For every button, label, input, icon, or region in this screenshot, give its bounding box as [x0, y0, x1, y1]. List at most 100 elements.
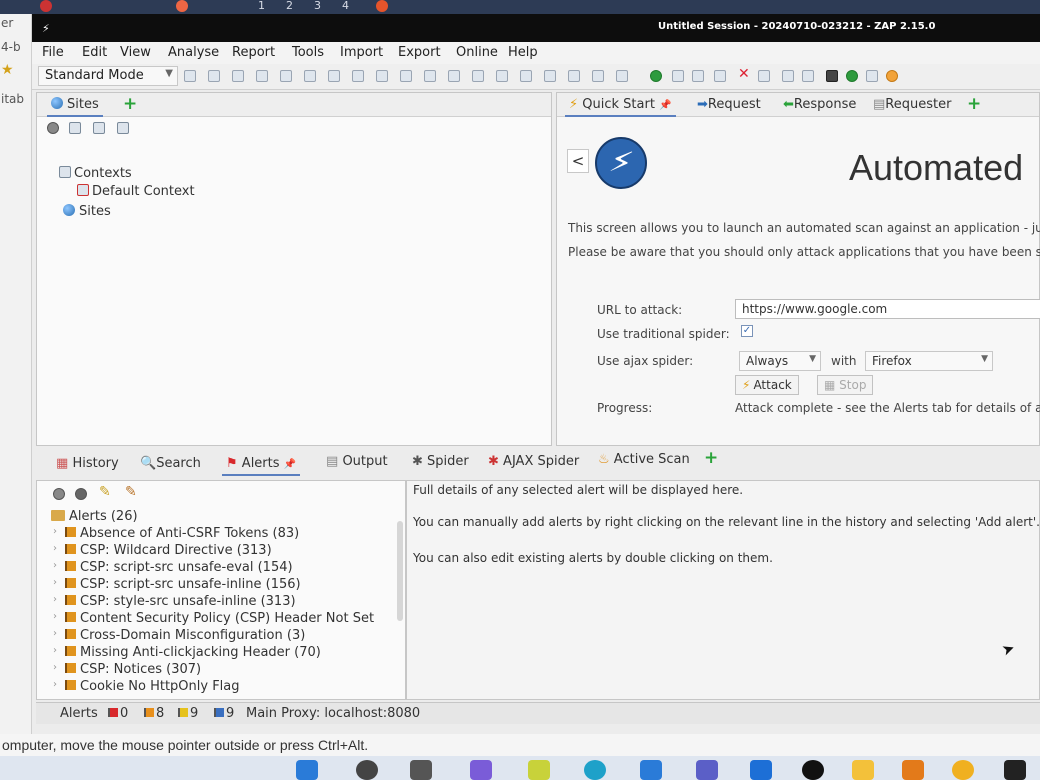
browser-icon[interactable] — [376, 0, 388, 12]
drop-icon[interactable] — [714, 70, 726, 82]
list-item[interactable]: › Cross-Domain Misconfiguration (3) — [53, 628, 305, 645]
tab-response[interactable]: ⬅Response — [779, 95, 860, 117]
store-icon[interactable] — [528, 760, 550, 780]
alerts-root[interactable]: Alerts (26) — [51, 509, 138, 526]
star-icon[interactable]: ★ — [1, 62, 14, 78]
menu-file[interactable]: File — [42, 45, 64, 60]
layout-icon[interactable] — [376, 70, 388, 82]
breakpoint-icon[interactable] — [616, 70, 628, 82]
layout-icon[interactable] — [448, 70, 460, 82]
filter-icon[interactable] — [53, 488, 65, 500]
new-session-icon[interactable] — [184, 70, 196, 82]
status-icon[interactable] — [846, 70, 858, 82]
tag-icon[interactable]: ✎ — [125, 484, 137, 500]
tab-history[interactable]: ▦ History — [52, 454, 123, 476]
list-item[interactable]: › CSP: Notices (307) — [53, 662, 201, 679]
list-item[interactable]: › CSP: script-src unsafe-eval (154) — [53, 560, 293, 577]
layout-icon[interactable] — [328, 70, 340, 82]
layout-icon[interactable] — [424, 70, 436, 82]
menu-export[interactable]: Export — [398, 45, 441, 60]
chrome-icon[interactable] — [952, 760, 974, 780]
edit-icon[interactable]: ✎ — [99, 484, 111, 500]
export-context-icon[interactable] — [117, 122, 129, 134]
save-session-icon[interactable] — [232, 70, 244, 82]
url-input[interactable] — [735, 299, 1040, 319]
menu-help[interactable]: Help — [508, 45, 538, 60]
tab-request[interactable]: ➡Request — [693, 95, 765, 117]
list-item[interactable]: › Absence of Anti-CSRF Tokens (83) — [53, 526, 299, 543]
tab-ajax-spider[interactable]: ✱ AJAX Spider — [484, 452, 583, 474]
step-icon[interactable] — [672, 70, 684, 82]
workspace-3[interactable]: 3 — [314, 0, 321, 12]
menu-tools[interactable]: Tools — [292, 45, 324, 60]
list-item[interactable]: › CSP: style-src unsafe-inline (313) — [53, 594, 296, 611]
list-item[interactable]: › Content Security Policy (CSP) Header No… — [53, 611, 374, 628]
search-icon[interactable] — [356, 760, 378, 780]
back-button[interactable]: < — [567, 149, 589, 173]
close-icon[interactable]: ✕ — [738, 66, 750, 82]
layout-icon[interactable] — [544, 70, 556, 82]
tab-alerts[interactable]: ⚑ Alerts 📌 — [222, 454, 301, 476]
mode-select[interactable]: Standard Mode ▼ — [38, 66, 178, 86]
add-tab-icon[interactable]: + — [704, 448, 718, 468]
workspace-1[interactable]: 1 — [258, 0, 265, 12]
layout-icon[interactable] — [520, 70, 532, 82]
list-item[interactable]: › Cookie No HttpOnly Flag — [53, 679, 240, 696]
firefox-icon[interactable] — [886, 70, 898, 82]
tab-quick-start[interactable]: ⚡ Quick Start 📌 — [565, 95, 676, 117]
list-item[interactable]: › CSP: script-src unsafe-inline (156) — [53, 577, 301, 594]
tab-search[interactable]: 🔍Search — [136, 454, 205, 476]
menu-report[interactable]: Report — [232, 45, 275, 60]
menu-edit[interactable]: Edit — [82, 45, 107, 60]
traditional-spider-checkbox[interactable]: ✓ — [741, 325, 753, 337]
menu-analyse[interactable]: Analyse — [168, 45, 219, 60]
browser-select[interactable]: Firefox ▼ — [865, 351, 993, 371]
tab-sites[interactable]: Sites — [47, 95, 103, 117]
menu-online[interactable]: Online — [456, 45, 498, 60]
show-all-icon[interactable] — [47, 122, 59, 134]
open-session-icon[interactable] — [208, 70, 220, 82]
vscode-icon[interactable] — [640, 760, 662, 780]
mail-icon[interactable] — [750, 760, 772, 780]
tree-contexts[interactable]: Contexts — [59, 165, 132, 181]
workspace-2[interactable]: 2 — [286, 0, 293, 12]
tree-default-context[interactable]: Default Context — [77, 183, 195, 199]
layout-icon[interactable] — [400, 70, 412, 82]
ajax-spider-select[interactable]: Always ▼ — [739, 351, 821, 371]
list-item[interactable]: › Missing Anti-clickjacking Header (70) — [53, 645, 321, 662]
properties-icon[interactable] — [280, 70, 292, 82]
list-item[interactable]: › CSP: Wildcard Directive (313) — [53, 543, 272, 560]
menu-import[interactable]: Import — [340, 45, 383, 60]
terminal-icon[interactable] — [826, 70, 838, 82]
record-icon[interactable] — [802, 760, 824, 780]
layout-icon[interactable] — [568, 70, 580, 82]
menu-view[interactable]: View — [120, 45, 151, 60]
tab-spider[interactable]: ✱ Spider — [408, 452, 473, 474]
attack-button[interactable]: ⚡ Attack — [735, 375, 799, 395]
snapshot-icon[interactable] — [256, 70, 268, 82]
tree-sites[interactable]: Sites — [63, 204, 111, 219]
options-icon[interactable] — [304, 70, 316, 82]
teams-icon[interactable] — [696, 760, 718, 780]
add-tab-icon[interactable]: + — [123, 94, 137, 114]
link-icon[interactable] — [75, 488, 87, 500]
tool-icon[interactable] — [758, 70, 770, 82]
file-explorer-icon[interactable] — [852, 760, 874, 780]
layout-icon[interactable] — [496, 70, 508, 82]
add-tab-icon[interactable]: + — [967, 94, 981, 114]
terminal-icon[interactable] — [1004, 760, 1026, 780]
edge-icon[interactable] — [584, 760, 606, 780]
page-icon[interactable] — [866, 70, 878, 82]
stop-button[interactable]: ▦ Stop — [817, 375, 874, 395]
layout-icon[interactable] — [352, 70, 364, 82]
workspace-4[interactable]: 4 — [342, 0, 349, 12]
go-icon[interactable] — [650, 70, 662, 82]
continue-icon[interactable] — [692, 70, 704, 82]
windows-start-icon[interactable] — [296, 760, 318, 780]
tab-requester[interactable]: ▤Requester — [869, 95, 955, 117]
tab-active-scan[interactable]: ♨ Active Scan — [594, 450, 694, 472]
layout-icon[interactable] — [472, 70, 484, 82]
app-icon[interactable] — [902, 760, 924, 780]
new-context-icon[interactable] — [69, 122, 81, 134]
import-context-icon[interactable] — [93, 122, 105, 134]
